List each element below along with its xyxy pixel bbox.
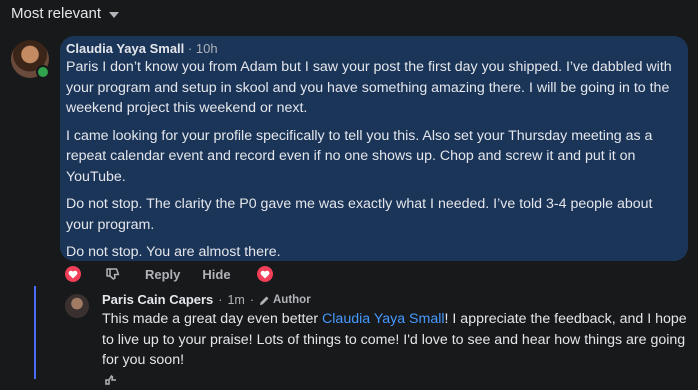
- avatar[interactable]: [11, 40, 50, 79]
- separator-dot: ·: [218, 293, 223, 307]
- hide-button[interactable]: Hide: [202, 267, 230, 282]
- reply-text-start: This made a great day even better: [102, 311, 323, 327]
- author-badge: Author: [259, 292, 311, 308]
- reply-header: Paris Cain Capers · 1m · Author: [102, 292, 311, 308]
- reply-button[interactable]: Reply: [145, 267, 180, 282]
- comment-paragraph: Do not stop. You are almost there.: [66, 244, 281, 260]
- reply-author[interactable]: Paris Cain Capers: [102, 292, 213, 308]
- thread-connector-line: [34, 286, 36, 379]
- comment-header: Claudia Yaya Small · 10h: [66, 40, 682, 57]
- online-status-indicator: [36, 65, 50, 79]
- comment-paragraph: I came looking for your profile specific…: [66, 127, 653, 185]
- comment-paragraph: Paris I don’t know you from Adam but I s…: [66, 59, 672, 116]
- comment-timestamp[interactable]: 10h: [196, 41, 218, 56]
- love-reaction-icon[interactable]: [65, 266, 81, 282]
- separator-dot: ·: [187, 41, 193, 56]
- mention-link[interactable]: Claudia Yaya Small: [322, 311, 445, 327]
- pencil-icon: [260, 296, 269, 305]
- reply-avatar[interactable]: [65, 294, 89, 318]
- love-reaction-icon[interactable]: [256, 266, 273, 282]
- thumbs-down-icon[interactable]: [105, 266, 121, 282]
- comment-bubble: Claudia Yaya Small · 10h Paris I don’t k…: [60, 36, 688, 261]
- reply-action-icon[interactable]: [104, 372, 118, 385]
- comment-paragraph: Do not stop. The clarity the P0 gave me …: [66, 196, 653, 233]
- reply-text: This made a great day even better Claudi…: [102, 309, 692, 371]
- author-badge-label: Author: [273, 294, 311, 306]
- comment-author[interactable]: Claudia Yaya Small: [66, 41, 184, 56]
- reply-timestamp[interactable]: 1m: [227, 292, 244, 308]
- comment-actions: Reply Hide: [65, 266, 273, 282]
- sort-label: Most relevant: [11, 5, 102, 22]
- separator-dot: ·: [249, 293, 254, 307]
- sort-dropdown[interactable]: Most relevant: [11, 5, 120, 22]
- caret-down-icon: [109, 12, 120, 18]
